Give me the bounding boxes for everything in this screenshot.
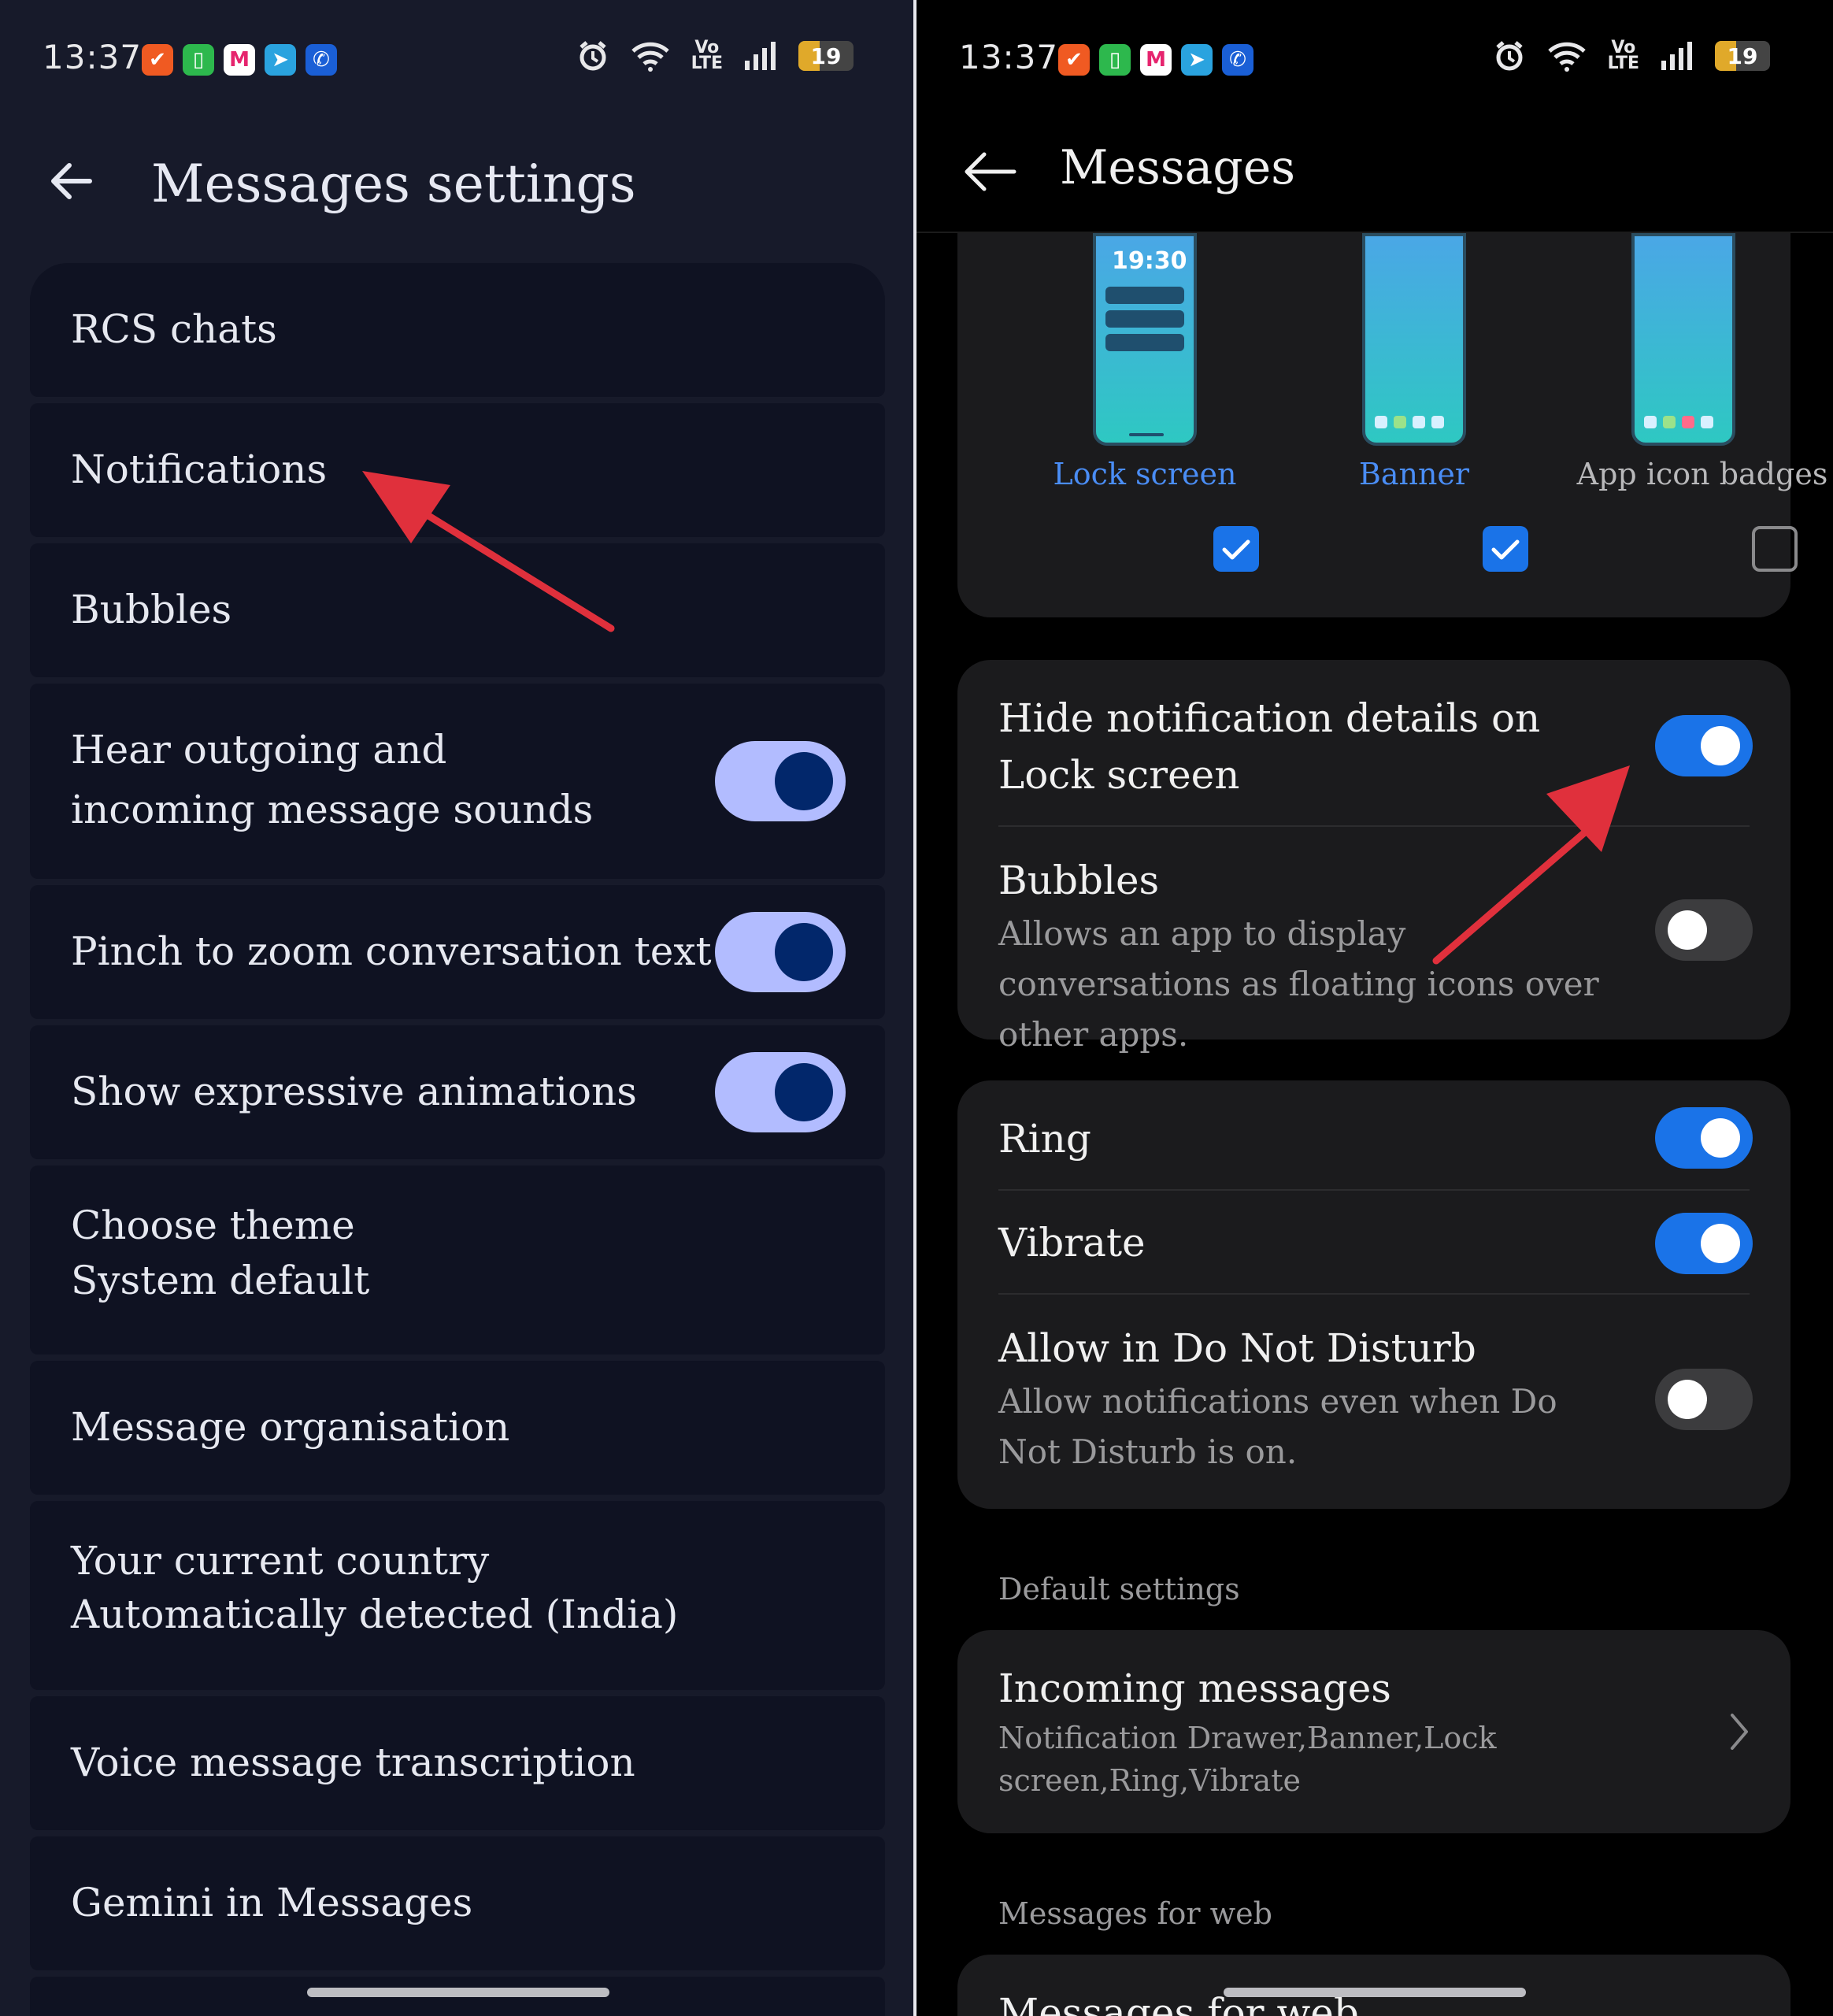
chevron-right-icon — [1731, 1714, 1748, 1750]
back-arrow-icon[interactable] — [961, 148, 1019, 195]
battery-app-icon: ▯ — [183, 44, 214, 76]
telegram-app-icon: ➤ — [1181, 44, 1213, 76]
alarm-icon — [579, 41, 606, 71]
home-indicator[interactable] — [307, 1988, 609, 1997]
tasks-app-icon: ✔ — [1058, 44, 1090, 76]
myntra-app-icon: M — [224, 44, 255, 76]
signal-icon — [1661, 42, 1692, 70]
theme-value: System default — [71, 1258, 370, 1303]
notification-icons: ✔ ▯ M ➤ ✆ — [142, 44, 337, 76]
status-time: 13:37 — [43, 38, 143, 76]
settings-item-expressive-animations[interactable]: Show expressive animations — [30, 1025, 885, 1159]
settings-item-notifications[interactable]: Notifications — [30, 403, 885, 537]
battery-app-icon: ▯ — [1099, 44, 1131, 76]
home-indicator[interactable] — [1224, 1988, 1526, 1997]
battery-icon: 19 — [1715, 41, 1770, 71]
tasks-app-icon: ✔ — [142, 44, 173, 76]
lock-screen-preview: 19:30 — [1093, 233, 1197, 446]
settings-item-message-sounds[interactable]: Hear outgoing and incoming message sound… — [30, 684, 885, 879]
wifi-icon — [631, 42, 669, 72]
dnd-title: Allow in Do Not Disturb — [998, 1325, 1476, 1371]
page-title: Messages — [1060, 140, 1296, 195]
incoming-messages-item[interactable]: Incoming messages Notification Drawer,Ba… — [957, 1630, 1790, 1833]
system-icons: Vo LTE 19 — [1493, 39, 1770, 72]
settings-item-choose-theme[interactable]: Choose theme System default — [30, 1166, 885, 1354]
hide-details-title: Hide notification details on Lock screen — [998, 695, 1541, 798]
section-messages-for-web: Messages for web — [998, 1896, 1272, 1931]
myntra-app-icon: M — [1140, 44, 1172, 76]
messages-notification-settings-screen: 13:37 ✔ ▯ M ➤ ✆ Vo LTE 19 Messages 19:30 — [916, 0, 1833, 2016]
messages-for-web-item[interactable]: Messages for web — [957, 1955, 1790, 2016]
country-value: Automatically detected (India) — [71, 1592, 679, 1637]
messages-settings-screen: 13:37 ✔ ▯ M ➤ ✆ Vo LTE 19 Messages setti… — [0, 0, 916, 2016]
settings-item-message-organisation[interactable]: Message organisation — [30, 1361, 885, 1495]
settings-item-voice-transcription[interactable]: Voice message transcription — [30, 1696, 885, 1830]
ring-toggle[interactable] — [1655, 1107, 1753, 1169]
bubbles-description: Allows an app to display conversations a… — [998, 914, 1599, 1054]
battery-icon: 19 — [798, 41, 854, 71]
banner-label: Banner — [1358, 457, 1470, 491]
page-title: Messages settings — [151, 154, 636, 214]
hide-details-toggle[interactable] — [1655, 715, 1753, 776]
alarm-icon — [1495, 41, 1523, 71]
bubbles-toggle[interactable] — [1655, 899, 1753, 961]
volte-icon: Vo LTE — [1607, 38, 1639, 73]
signal-icon — [745, 42, 776, 70]
app-bar: Messages — [916, 118, 1833, 233]
app-icon-badges-checkbox[interactable] — [1752, 526, 1798, 572]
incoming-messages-summary: Notification Drawer,Banner,Lock screen,R… — [998, 1721, 1497, 1798]
checkmark-icon — [1222, 539, 1250, 560]
dnd-description: Allow notifications even when Do Not Dis… — [998, 1382, 1557, 1471]
telegram-app-icon: ➤ — [265, 44, 296, 76]
settings-item-gemini[interactable]: Gemini in Messages — [30, 1836, 885, 1970]
phone-app-icon: ✆ — [1222, 44, 1253, 76]
checkmark-icon — [1491, 539, 1520, 560]
vibrate-toggle[interactable] — [1655, 1213, 1753, 1274]
expressive-animations-toggle[interactable] — [715, 1052, 846, 1132]
wifi-icon — [1547, 42, 1586, 72]
system-icons: Vo LTE 19 — [576, 39, 854, 72]
sound-card: Ring Vibrate Allow in Do Not Disturb All… — [957, 1080, 1790, 1509]
volte-icon: Vo LTE — [691, 38, 723, 73]
ring-title: Ring — [998, 1116, 1091, 1162]
settings-item-current-country[interactable]: Your current country Automatically detec… — [30, 1501, 885, 1690]
section-default-settings: Default settings — [998, 1572, 1240, 1606]
lock-screen-bubbles-card: Hide notification details on Lock screen… — [957, 660, 1790, 1054]
app-icon-badges-preview — [1631, 233, 1735, 446]
lock-screen-label: Lock screen — [1053, 457, 1237, 491]
back-arrow-icon[interactable] — [47, 158, 94, 205]
status-bar: 13:37 ✔ ▯ M ➤ ✆ Vo LTE 19 — [916, 0, 1833, 118]
status-time: 13:37 — [959, 38, 1059, 76]
pinch-zoom-toggle[interactable] — [715, 912, 846, 992]
phone-app-icon: ✆ — [306, 44, 337, 76]
vibrate-title: Vibrate — [998, 1220, 1146, 1266]
settings-item-pinch-zoom[interactable]: Pinch to zoom conversation text — [30, 885, 885, 1019]
dnd-toggle[interactable] — [1655, 1369, 1753, 1430]
settings-item-rcs-chats[interactable]: RCS chats — [30, 263, 885, 397]
app-icon-badges-label: App icon badges — [1576, 457, 1828, 491]
status-bar: 13:37 ✔ ▯ M ➤ ✆ Vo LTE 19 — [0, 0, 916, 118]
settings-item-bubbles[interactable]: Bubbles — [30, 543, 885, 677]
notification-icons: ✔ ▯ M ➤ ✆ — [1058, 44, 1253, 76]
bubbles-title: Bubbles — [998, 858, 1160, 903]
incoming-messages-title: Incoming messages — [998, 1666, 1391, 1711]
banner-preview — [1362, 233, 1466, 446]
lock-screen-checkbox[interactable] — [1213, 526, 1259, 572]
banner-checkbox[interactable] — [1483, 526, 1528, 572]
message-sounds-toggle[interactable] — [715, 741, 846, 821]
